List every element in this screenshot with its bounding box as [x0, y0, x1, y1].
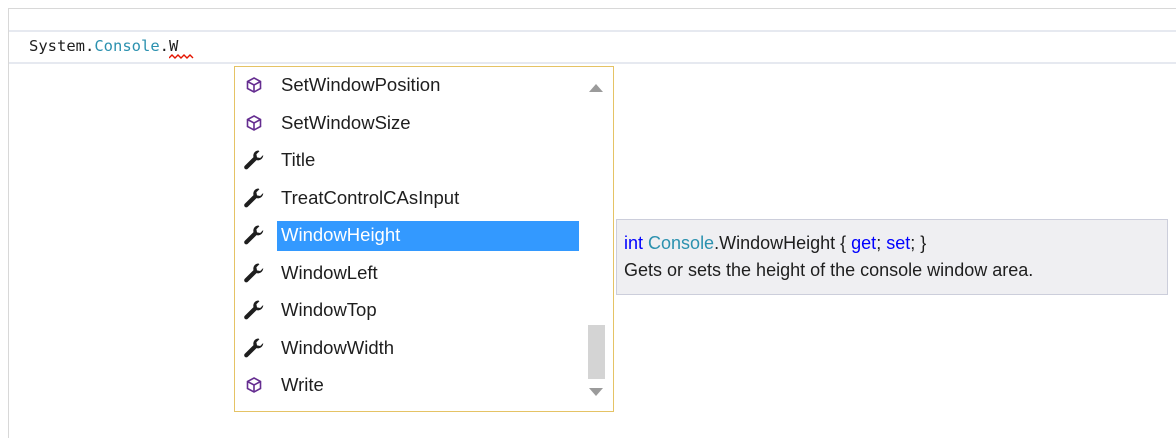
completion-item-label: Write [281, 374, 324, 395]
method-icon [241, 369, 267, 401]
completion-item-label: WindowLeft [281, 261, 378, 283]
completion-item[interactable]: WindowWidth [237, 332, 579, 364]
tooltip-declaring-type: Console [648, 233, 715, 253]
tooltip-get-keyword: get [851, 233, 877, 253]
completion-item[interactable]: Title [237, 144, 579, 176]
completion-item-label: WindowTop [281, 299, 377, 320]
code-dot: . [85, 37, 95, 55]
completion-item-label: Title [281, 149, 316, 170]
property-wrench-icon [241, 182, 267, 214]
scroll-up-arrow-icon[interactable] [587, 81, 605, 95]
completion-item-label: SetWindowPosition [281, 74, 441, 95]
tooltip-close: ; } [910, 233, 927, 253]
editor-left-border [8, 8, 9, 438]
code-typed-member: W [169, 37, 194, 59]
scroll-thumb[interactable] [588, 325, 605, 379]
completion-item-label: WindowWidth [281, 336, 395, 358]
code-line[interactable]: System.Console.W [29, 36, 194, 59]
completion-item[interactable]: SetWindowPosition [237, 69, 579, 101]
property-wrench-icon [241, 219, 267, 251]
completion-scrollbar[interactable] [579, 67, 613, 411]
error-squiggle-icon [169, 54, 194, 59]
quick-info-tooltip: int Console.WindowHeight { get; set; } G… [616, 219, 1168, 295]
completion-item[interactable]: WindowTop [237, 294, 579, 326]
code-dot: . [159, 37, 170, 55]
tooltip-signature: int Console.WindowHeight { get; set; } [624, 230, 1167, 257]
tooltip-set-keyword: set [886, 233, 911, 253]
typed-text: W [169, 37, 179, 55]
tooltip-member: .WindowHeight { [714, 233, 852, 253]
tooltip-description: Gets or sets the height of the console w… [624, 260, 1034, 280]
scroll-down-arrow-icon[interactable] [587, 385, 605, 399]
property-wrench-icon [241, 144, 267, 176]
completion-item[interactable]: SetWindowSize [237, 107, 579, 139]
property-wrench-icon [241, 294, 267, 326]
completion-item[interactable]: TreatControlCAsInput [237, 182, 579, 214]
editor-top-border [8, 8, 1176, 9]
method-icon [241, 107, 267, 139]
method-icon [241, 69, 267, 101]
completion-item-label: SetWindowSize [281, 111, 411, 133]
completion-item[interactable]: WindowHeight [237, 219, 579, 251]
code-type: Console [94, 37, 160, 55]
property-wrench-icon [241, 257, 267, 289]
completion-list[interactable]: SetWindowPosition SetWindowSize Title Treat… [234, 66, 614, 412]
property-wrench-icon [241, 332, 267, 364]
tooltip-separator: ; [876, 233, 887, 253]
completion-item-label: TreatControlCAsInput [281, 186, 460, 208]
completion-item[interactable]: WindowLeft [237, 257, 579, 289]
completion-item-label: WindowHeight [281, 224, 401, 245]
code-namespace: System [29, 37, 85, 55]
completion-item[interactable]: Write [237, 369, 579, 401]
tooltip-return-type: int [624, 233, 644, 253]
